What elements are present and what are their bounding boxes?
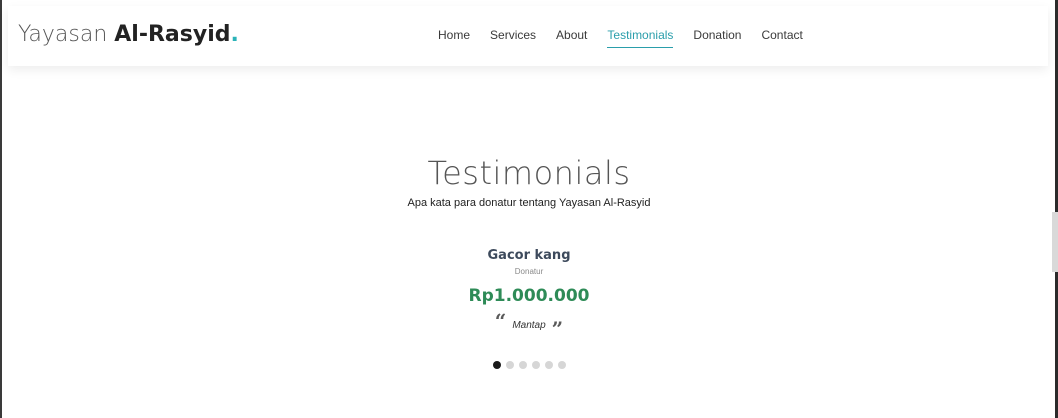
testimonial-role: Donatur — [514, 267, 544, 276]
carousel-dot-5[interactable] — [544, 361, 553, 369]
testimonial-name: Gacor kang — [487, 248, 571, 263]
carousel-dot-1[interactable] — [492, 361, 501, 369]
nav-item-testimonials[interactable]: Testimonials — [607, 28, 674, 48]
testimonial-quote: “ Mantap ” — [495, 311, 563, 339]
brand-dot: . — [230, 22, 239, 47]
carousel-pagination — [0, 361, 1058, 369]
carousel-dot-2[interactable] — [505, 361, 514, 369]
quote-close-icon: ” — [551, 317, 564, 341]
nav-item-donation[interactable]: Donation — [693, 28, 741, 48]
quote-open-icon: “ — [494, 309, 507, 333]
section-subtitle: Apa kata para donatur tentang Yayasan Al… — [407, 197, 651, 209]
testimonial-card: Gacor kang Donatur Rp1.000.000 “ Mantap … — [0, 248, 1058, 339]
brand-logo[interactable]: Yayasan Al-Rasyid. — [18, 22, 239, 47]
nav-item-about[interactable]: About — [556, 28, 587, 48]
brand-bold-text: Al-Rasyid — [114, 22, 231, 47]
nav-item-contact[interactable]: Contact — [761, 28, 802, 48]
nav-item-services[interactable]: Services — [490, 28, 536, 48]
page: Yayasan Al-Rasyid. Home Services About T… — [0, 0, 1058, 418]
brand-light-text: Yayasan — [18, 22, 115, 47]
carousel-dot-6[interactable] — [557, 361, 566, 369]
carousel-dot-4[interactable] — [531, 361, 540, 369]
carousel-dot-3[interactable] — [518, 361, 527, 369]
quote-text: Mantap — [512, 319, 546, 331]
window-left-border — [0, 0, 2, 418]
navbar: Yayasan Al-Rasyid. Home Services About T… — [8, 6, 1048, 66]
nav-item-home[interactable]: Home — [438, 28, 470, 48]
testimonial-amount: Rp1.000.000 — [468, 286, 590, 306]
main-nav: Home Services About Testimonials Donatio… — [438, 28, 803, 48]
section-title: Testimonials — [427, 154, 631, 193]
